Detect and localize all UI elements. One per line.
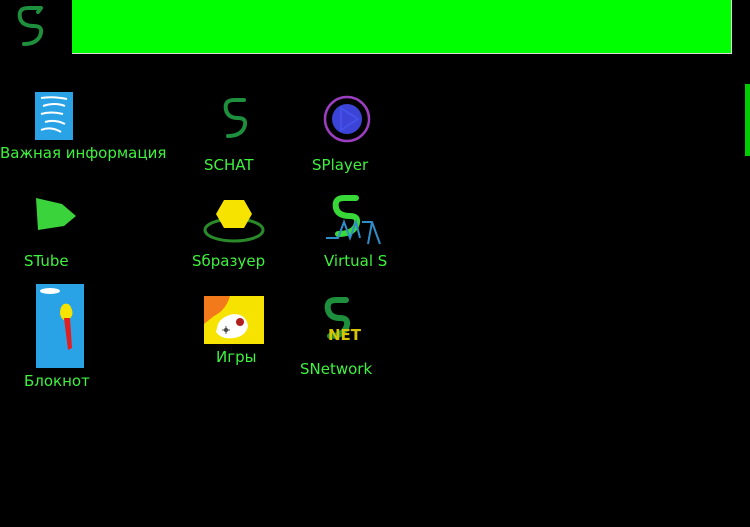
s-logo-icon xyxy=(17,6,44,46)
s-net-icon: NET xyxy=(324,297,362,344)
yellow-disc-icon xyxy=(203,200,265,243)
desktop-icon-label: Sбразуер xyxy=(192,252,266,270)
green-play-icon xyxy=(36,198,76,230)
desktop-icon-label: STube xyxy=(24,252,69,270)
virtual-s-icon xyxy=(326,195,381,245)
top-bar[interactable] xyxy=(72,0,732,54)
desktop-icon-notepad[interactable]: Блокнот xyxy=(22,284,102,392)
desktop-icon-sbrowser[interactable]: Sбразуер xyxy=(188,194,278,274)
desktop-icon-games[interactable]: Игры xyxy=(200,296,270,372)
desktop-icon-important-info[interactable]: Важная информация xyxy=(0,92,176,164)
desktop-icon-schat[interactable]: SCHAT xyxy=(200,96,264,176)
desktop-screen: Важная информация SCHAT SPlayer STube Sб… xyxy=(0,0,750,527)
play-icon xyxy=(323,95,371,143)
notepad-icon xyxy=(36,284,84,368)
desktop-icon-label: SPlayer xyxy=(312,156,369,174)
start-button[interactable] xyxy=(10,2,54,50)
games-icon xyxy=(204,296,264,344)
desktop-icon-snetwork[interactable]: NET SNetwork xyxy=(298,294,388,380)
document-icon xyxy=(35,92,73,140)
desktop-icon-label: Важная информация xyxy=(0,144,167,162)
desktop-icon-label: Игры xyxy=(216,348,257,366)
edge-accent xyxy=(745,84,750,156)
svg-text:NET: NET xyxy=(328,326,362,344)
desktop-icon-label: SCHAT xyxy=(204,156,254,174)
desktop-icon-virtual-s[interactable]: Virtual S xyxy=(320,192,400,272)
s-logo-icon xyxy=(223,98,248,138)
desktop-icon-label: SNetwork xyxy=(300,360,373,378)
desktop-icon-stube[interactable]: STube xyxy=(20,192,90,272)
desktop-icon-label: Virtual S xyxy=(324,252,388,270)
desktop-icon-label: Блокнот xyxy=(24,372,90,390)
desktop-icon-splayer[interactable]: SPlayer xyxy=(306,94,376,176)
